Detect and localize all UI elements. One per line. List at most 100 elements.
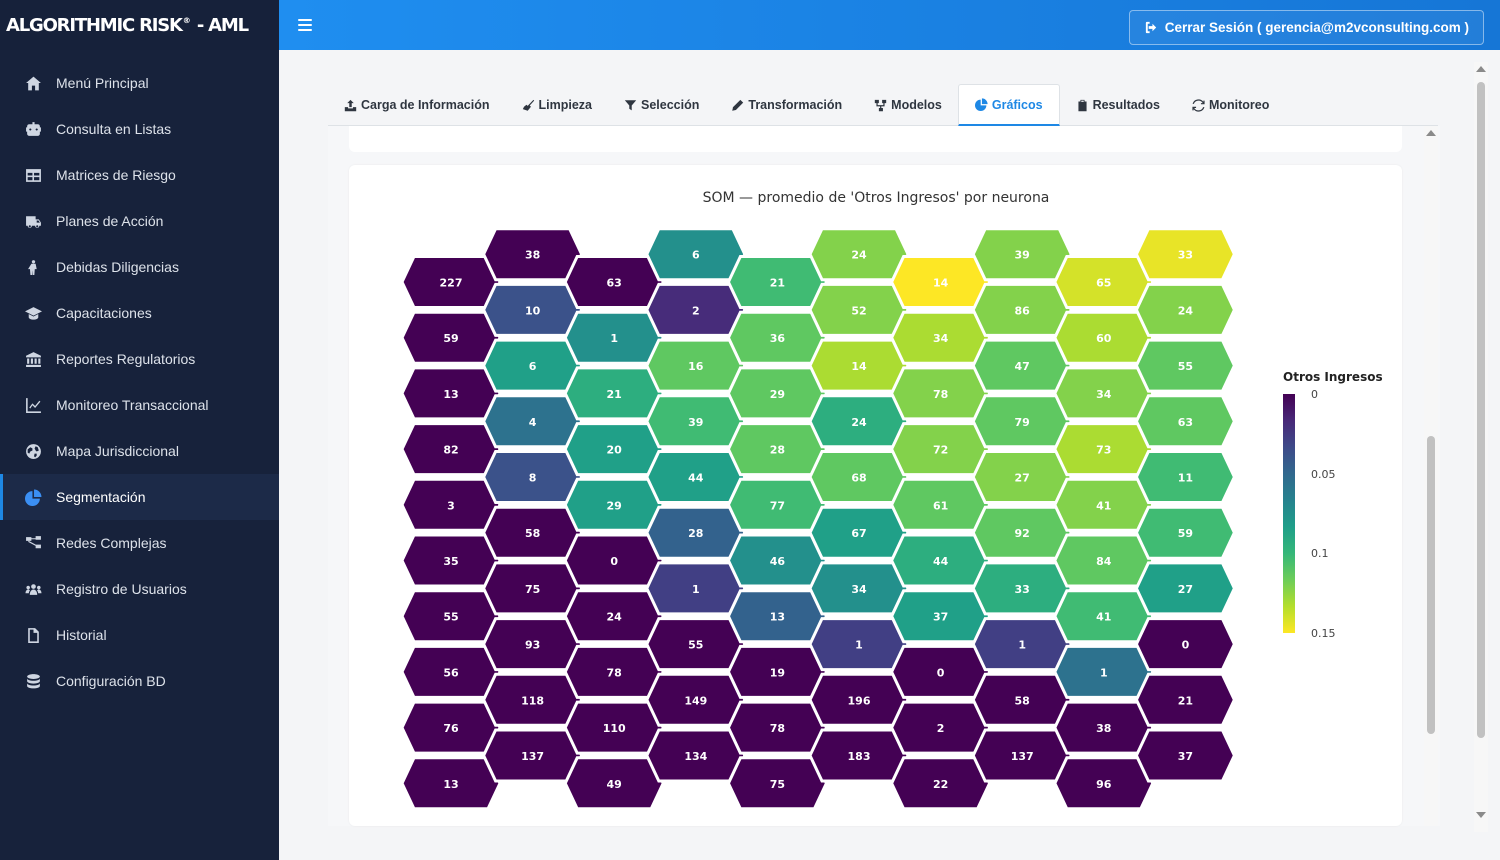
- sidebar-item-menu-principal[interactable]: Menú Principal: [0, 60, 279, 106]
- som-neuron[interactable]: 44: [645, 450, 747, 504]
- sidebar-item-mapa-jurisdiccional[interactable]: Mapa Jurisdiccional: [0, 428, 279, 474]
- som-neuron[interactable]: 13: [400, 756, 502, 811]
- som-neuron[interactable]: 79: [971, 394, 1073, 449]
- tab-carga-de-informacion[interactable]: Carga de Información: [328, 84, 506, 126]
- panel-scrollbar[interactable]: [1424, 126, 1438, 826]
- som-neuron[interactable]: 27: [1134, 561, 1237, 616]
- som-neuron[interactable]: 44: [889, 533, 992, 588]
- som-neuron[interactable]: 28: [726, 422, 829, 477]
- som-neuron[interactable]: 118: [481, 672, 584, 727]
- som-neuron[interactable]: 63: [563, 255, 665, 309]
- som-neuron[interactable]: 10: [481, 282, 584, 337]
- som-neuron[interactable]: 35: [400, 533, 502, 588]
- som-neuron[interactable]: 61: [889, 477, 992, 532]
- tab-transformacion[interactable]: Transformación: [715, 84, 858, 126]
- som-neuron[interactable]: 29: [563, 477, 665, 532]
- som-neuron[interactable]: 96: [1053, 756, 1155, 811]
- sidebar-item-consulta-en-listas[interactable]: Consulta en Listas: [0, 106, 279, 152]
- sidebar-item-segmentacion[interactable]: Segmentación: [0, 474, 279, 520]
- sidebar-item-capacitaciones[interactable]: Capacitaciones: [0, 290, 279, 336]
- som-neuron[interactable]: 24: [808, 394, 910, 449]
- som-neuron[interactable]: 196: [808, 672, 910, 727]
- som-neuron[interactable]: 33: [971, 561, 1073, 616]
- som-neuron[interactable]: 59: [400, 310, 502, 365]
- som-neuron[interactable]: 86: [971, 282, 1073, 337]
- som-neuron[interactable]: 14: [808, 338, 910, 393]
- som-neuron[interactable]: 27: [971, 450, 1073, 504]
- som-neuron[interactable]: 39: [971, 227, 1073, 282]
- som-neuron[interactable]: 76: [400, 700, 502, 755]
- sidebar-item-monitoreo-transaccional[interactable]: Monitoreo Transaccional: [0, 382, 279, 428]
- brand-logo[interactable]: ALGORITHMIC RISK® - AML: [0, 0, 279, 50]
- som-neuron[interactable]: 55: [645, 617, 747, 672]
- som-neuron[interactable]: 52: [808, 282, 910, 337]
- som-neuron[interactable]: 19: [726, 644, 829, 699]
- som-neuron[interactable]: 21: [1134, 672, 1237, 727]
- som-neuron[interactable]: 33: [1134, 227, 1237, 282]
- tab-seleccion[interactable]: Selección: [608, 84, 715, 126]
- tab-monitoreo[interactable]: Monitoreo: [1176, 84, 1285, 126]
- page-scroll-thumb[interactable]: [1477, 82, 1485, 738]
- som-neuron[interactable]: 75: [481, 561, 584, 616]
- som-neuron[interactable]: 0: [889, 644, 992, 699]
- som-neuron[interactable]: 4: [481, 394, 584, 449]
- som-neuron[interactable]: 55: [400, 589, 502, 644]
- som-neuron[interactable]: 24: [1134, 282, 1237, 337]
- som-neuron[interactable]: 68: [808, 450, 910, 504]
- som-neuron[interactable]: 22: [889, 756, 992, 811]
- som-neuron[interactable]: 78: [563, 644, 665, 699]
- som-neuron[interactable]: 134: [645, 728, 747, 783]
- som-neuron[interactable]: 21: [726, 255, 829, 309]
- som-neuron[interactable]: 59: [1134, 505, 1237, 560]
- som-neuron[interactable]: 49: [563, 756, 665, 811]
- som-neuron[interactable]: 67: [808, 505, 910, 560]
- sidebar-item-planes-de-accion[interactable]: Planes de Acción: [0, 198, 279, 244]
- som-neuron[interactable]: 38: [1053, 700, 1155, 755]
- som-neuron[interactable]: 82: [400, 422, 502, 477]
- page-scroll-down-arrow-icon[interactable]: [1476, 812, 1486, 818]
- som-neuron[interactable]: 8: [481, 450, 584, 504]
- som-neuron[interactable]: 13: [726, 589, 829, 644]
- som-neuron[interactable]: 34: [1053, 366, 1155, 421]
- som-neuron[interactable]: 2: [645, 282, 747, 337]
- logout-button[interactable]: Cerrar Sesión ( gerencia@m2vconsulting.c…: [1128, 10, 1484, 45]
- som-neuron[interactable]: 6: [481, 338, 584, 393]
- som-neuron[interactable]: 227: [400, 255, 502, 309]
- som-neuron[interactable]: 16: [645, 338, 747, 393]
- som-neuron[interactable]: 60: [1053, 310, 1155, 365]
- som-neuron[interactable]: 20: [563, 422, 665, 477]
- som-neuron[interactable]: 84: [1053, 533, 1155, 588]
- som-neuron[interactable]: 75: [726, 756, 829, 811]
- som-neuron[interactable]: 92: [971, 505, 1073, 560]
- sidebar-item-matrices-de-riesgo[interactable]: Matrices de Riesgo: [0, 152, 279, 198]
- som-neuron[interactable]: 1: [971, 617, 1073, 672]
- som-neuron[interactable]: 78: [889, 366, 992, 421]
- som-neuron[interactable]: 34: [808, 561, 910, 616]
- som-neuron[interactable]: 1: [645, 561, 747, 616]
- som-neuron[interactable]: 24: [563, 589, 665, 644]
- som-neuron[interactable]: 14: [889, 255, 992, 309]
- som-neuron[interactable]: 13: [400, 366, 502, 421]
- som-neuron[interactable]: 93: [481, 617, 584, 672]
- sidebar-item-redes-complejas[interactable]: Redes Complejas: [0, 520, 279, 566]
- som-neuron[interactable]: 24: [808, 227, 910, 282]
- som-neuron[interactable]: 6: [645, 227, 747, 282]
- som-neuron[interactable]: 183: [808, 728, 910, 783]
- som-neuron[interactable]: 137: [971, 728, 1073, 783]
- som-neuron[interactable]: 21: [563, 366, 665, 421]
- som-neuron[interactable]: 65: [1053, 255, 1155, 309]
- som-neuron[interactable]: 55: [1134, 338, 1237, 393]
- page-scrollbar[interactable]: [1474, 62, 1488, 832]
- som-neuron[interactable]: 46: [726, 533, 829, 588]
- som-neuron[interactable]: 3: [400, 477, 502, 532]
- som-neuron[interactable]: 41: [1053, 477, 1155, 532]
- som-neuron[interactable]: 0: [563, 533, 665, 588]
- sidebar-item-reportes-regulatorios[interactable]: Reportes Regulatorios: [0, 336, 279, 382]
- tab-limpieza[interactable]: Limpieza: [506, 84, 609, 126]
- som-neuron[interactable]: 77: [726, 477, 829, 532]
- som-neuron[interactable]: 36: [726, 310, 829, 365]
- som-neuron[interactable]: 34: [889, 310, 992, 365]
- som-neuron[interactable]: 72: [889, 422, 992, 477]
- som-neuron[interactable]: 28: [645, 505, 747, 560]
- sidebar-item-debidas-diligencias[interactable]: Debidas Diligencias: [0, 244, 279, 290]
